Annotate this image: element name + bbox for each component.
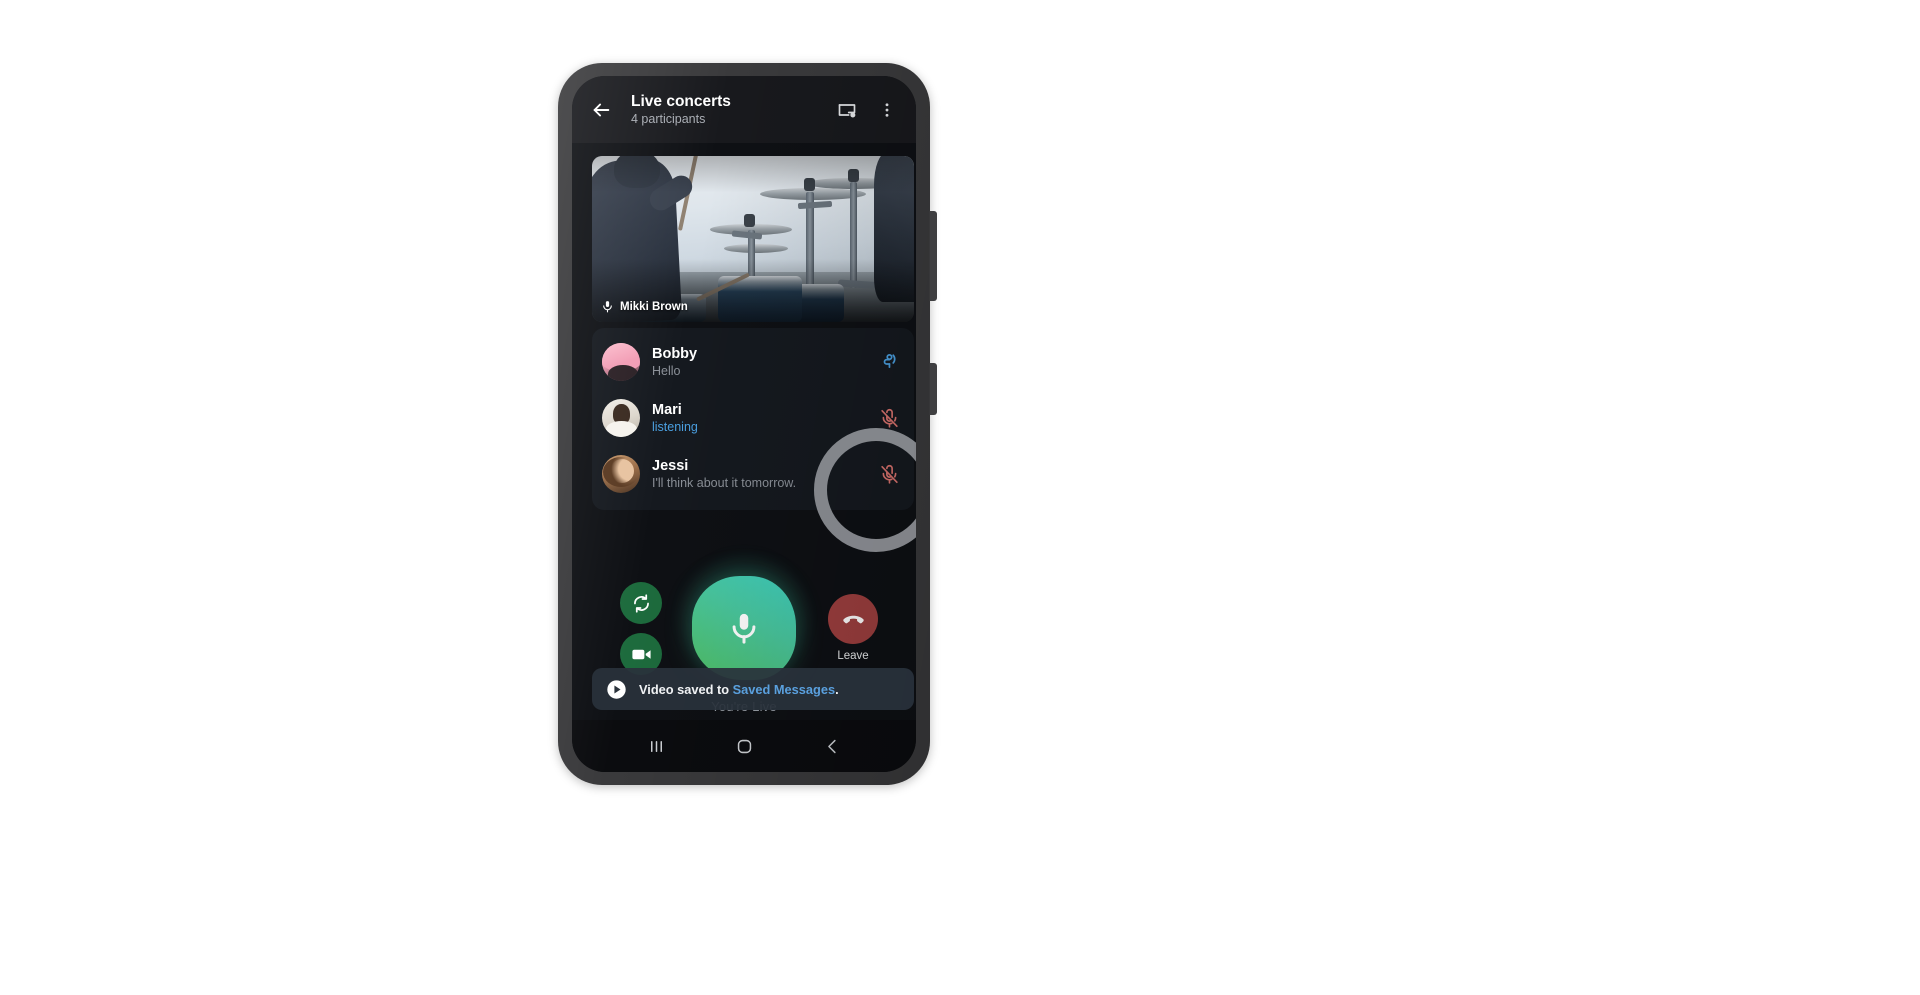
mic-muted-icon[interactable] xyxy=(876,461,902,487)
screenshot-canvas: Live concerts 4 participants Mikki Brown… xyxy=(0,0,1920,995)
mic-muted-icon[interactable] xyxy=(876,405,902,431)
overflow-menu-icon[interactable] xyxy=(875,98,899,122)
leave-label: Leave xyxy=(837,650,869,662)
phone-device-frame: Live concerts 4 participants Mikki Brown… xyxy=(558,63,937,785)
participant-count: 4 participants xyxy=(631,111,706,126)
participants-panel: Bobby Hello Mari listening Jessi I'll th… xyxy=(592,328,914,510)
participant-name: Jessi xyxy=(652,457,689,474)
avatar xyxy=(602,455,640,493)
app-header: Live concerts 4 participants xyxy=(572,76,916,143)
video-camera-icon xyxy=(631,649,651,659)
leave-button[interactable] xyxy=(828,594,878,644)
participant-row-mari[interactable]: Mari listening xyxy=(592,390,914,446)
video-speaker-label: Mikki Brown xyxy=(601,299,688,314)
power-button[interactable] xyxy=(929,363,937,415)
toast-suffix: . xyxy=(835,681,839,697)
picture-in-picture-icon[interactable] xyxy=(835,98,859,122)
participant-name: Mari xyxy=(652,401,682,418)
header-actions xyxy=(835,98,899,122)
participant-name: Bobby xyxy=(652,345,698,362)
mic-toggle-button[interactable] xyxy=(692,576,796,680)
participant-status: I'll think about it tomorrow. xyxy=(652,475,797,490)
raise-hand-icon[interactable] xyxy=(876,349,902,375)
toast-notification[interactable]: Video saved to Saved Messages. xyxy=(592,668,914,710)
saved-messages-link[interactable]: Saved Messages xyxy=(733,682,835,697)
flip-camera-icon xyxy=(633,593,649,613)
participant-status: Hello xyxy=(652,363,681,378)
participant-row-bobby[interactable]: Bobby Hello xyxy=(592,334,914,390)
video-speaker-name: Mikki Brown xyxy=(620,300,688,313)
participant-row-jessi[interactable]: Jessi I'll think about it tomorrow. xyxy=(592,446,914,502)
video-vignette xyxy=(592,156,914,322)
recents-icon[interactable] xyxy=(639,729,673,763)
page-title: Live concerts xyxy=(631,92,731,110)
android-navigation-bar xyxy=(572,720,916,772)
participant-status: listening xyxy=(652,419,698,434)
microphone-icon xyxy=(732,613,756,644)
phone-screen: Live concerts 4 participants Mikki Brown… xyxy=(572,76,916,772)
toast-prefix: Video saved to xyxy=(639,681,733,697)
participant-text: Mari listening xyxy=(652,401,876,436)
nav-back-icon[interactable] xyxy=(815,729,849,763)
participant-text: Jessi I'll think about it tomorrow. xyxy=(652,457,876,492)
participant-text: Bobby Hello xyxy=(652,345,876,380)
avatar xyxy=(602,343,640,381)
play-circle-icon xyxy=(606,679,627,700)
speaker-video-tile[interactable]: Mikki Brown xyxy=(592,156,914,322)
header-title-block[interactable]: Live concerts 4 participants xyxy=(631,92,835,128)
leave-control: Leave xyxy=(828,594,878,662)
home-icon[interactable] xyxy=(727,729,761,763)
microphone-icon xyxy=(603,301,612,313)
hangup-phone-icon xyxy=(842,615,864,623)
volume-button[interactable] xyxy=(929,211,937,301)
avatar xyxy=(602,399,640,437)
toast-message: Video saved to Saved Messages. xyxy=(639,682,839,697)
flip-camera-button[interactable] xyxy=(620,582,662,624)
back-arrow-icon[interactable] xyxy=(586,95,616,125)
